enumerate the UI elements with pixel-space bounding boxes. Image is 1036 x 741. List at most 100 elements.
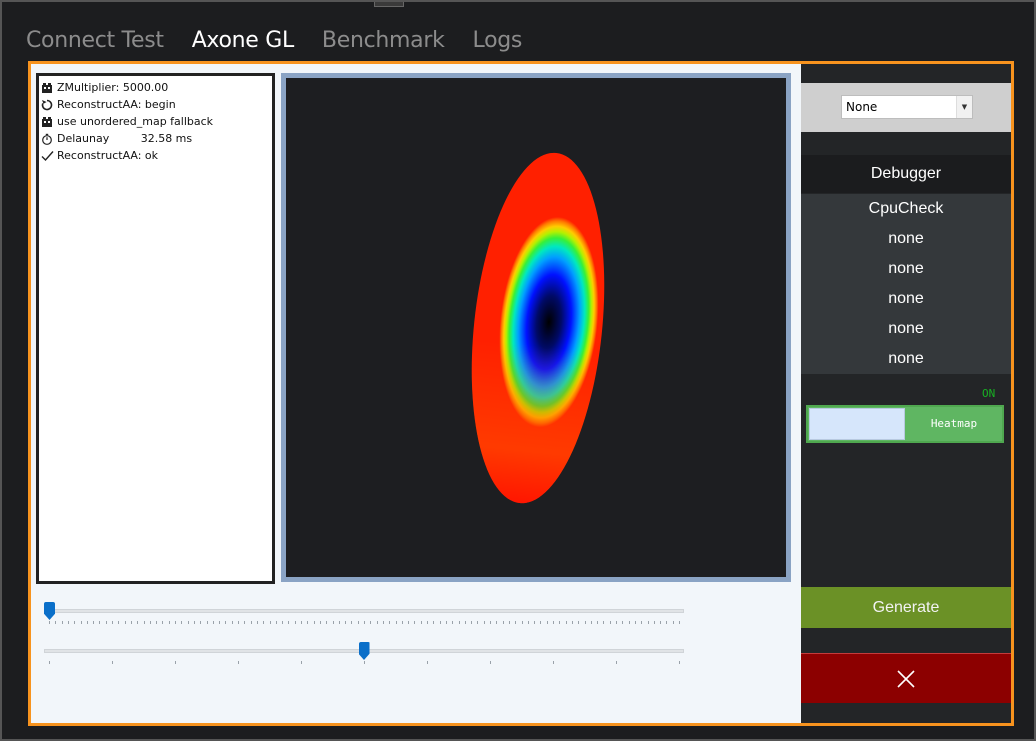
slider-tick xyxy=(508,621,510,624)
slider-tick xyxy=(679,621,680,624)
slider-tick xyxy=(86,621,88,624)
slider-tick xyxy=(156,621,158,624)
log-text: ReconstructAA: ok xyxy=(57,149,159,162)
slider-tick xyxy=(439,621,441,624)
stopwatch-icon xyxy=(40,132,54,146)
slider-tick xyxy=(193,621,195,624)
slider-tick xyxy=(370,621,372,624)
slider-tick xyxy=(263,621,265,624)
slider-tick xyxy=(332,621,334,624)
slider-thumb[interactable] xyxy=(358,642,370,660)
slider-tick xyxy=(578,621,580,624)
slider-ticks xyxy=(49,661,680,666)
slider-tick xyxy=(206,621,208,624)
debugger-list: CpuCheck none none none none none xyxy=(801,194,1011,374)
debugger-item[interactable]: none xyxy=(801,314,1011,344)
log-entry: ReconstructAA: ok xyxy=(40,147,271,164)
mode-select[interactable]: None ▼ xyxy=(841,95,973,119)
slider-tick xyxy=(93,621,95,624)
slider-tick xyxy=(660,621,662,624)
window-grip[interactable] xyxy=(374,2,404,7)
slider-track[interactable] xyxy=(44,609,684,613)
slider-tick xyxy=(351,621,353,624)
slider-tick xyxy=(357,621,359,624)
debugger-item[interactable]: none xyxy=(801,254,1011,284)
debugger-item[interactable]: none xyxy=(801,224,1011,254)
slider-tick xyxy=(364,621,365,624)
slider-tick xyxy=(376,621,378,624)
slider-tick xyxy=(313,621,315,624)
slider-tick xyxy=(414,621,416,624)
slider-tick xyxy=(149,621,151,624)
slider-tick xyxy=(382,621,384,624)
slider-tick xyxy=(244,621,246,624)
z-multiplier-slider[interactable] xyxy=(44,602,684,628)
slider-tick xyxy=(67,621,69,624)
secondary-slider[interactable] xyxy=(44,642,684,668)
slider-tick xyxy=(502,621,504,624)
slider-tick xyxy=(653,621,655,624)
slider-tick xyxy=(175,661,176,664)
tab-benchmark[interactable]: Benchmark xyxy=(320,26,447,62)
slider-tick xyxy=(647,621,649,624)
slider-tick xyxy=(238,661,239,664)
debugger-item[interactable]: none xyxy=(801,284,1011,314)
slider-tick xyxy=(603,621,605,624)
slider-tick xyxy=(483,621,485,624)
log-text: ReconstructAA: begin xyxy=(57,98,176,111)
tab-connect-test[interactable]: Connect Test xyxy=(24,26,166,62)
slider-tick xyxy=(99,621,101,624)
slider-tick xyxy=(515,621,517,624)
log-text: ZMultiplier: 5000.00 xyxy=(57,81,169,94)
slider-tick xyxy=(395,621,397,624)
slider-tick xyxy=(49,621,50,624)
slider-tick xyxy=(672,621,674,624)
slider-tick xyxy=(471,621,473,624)
slider-tick xyxy=(181,621,183,624)
render-canvas[interactable] xyxy=(286,78,786,577)
tab-logs[interactable]: Logs xyxy=(471,26,525,62)
slider-tick xyxy=(477,621,479,624)
slider-tick xyxy=(609,621,611,624)
slider-tick xyxy=(269,621,271,624)
slider-tick xyxy=(401,621,403,624)
checkmark-icon xyxy=(40,149,54,163)
slider-tick xyxy=(634,621,636,624)
slider-tick xyxy=(301,661,302,664)
slider-tick xyxy=(559,621,561,624)
slider-tick xyxy=(590,621,592,624)
slider-tick xyxy=(238,621,239,624)
slider-tick xyxy=(301,621,302,624)
tab-axone-gl[interactable]: Axone GL xyxy=(189,26,297,66)
slider-tick xyxy=(628,621,630,624)
slider-tick xyxy=(118,621,120,624)
slider-tick xyxy=(641,621,643,624)
slider-tick xyxy=(490,661,491,664)
debugger-item[interactable]: CpuCheck xyxy=(801,194,1011,224)
debugger-item[interactable]: none xyxy=(801,344,1011,374)
slider-tick xyxy=(553,621,554,624)
slider-tick xyxy=(137,621,139,624)
log-panel: ZMultiplier: 5000.00 ReconstructAA: begi… xyxy=(36,73,275,584)
heatmap-surface-shading xyxy=(455,146,621,510)
log-text: Delaunay 32.58 ms xyxy=(57,132,193,145)
slider-tick xyxy=(225,621,227,624)
generate-button[interactable]: Generate xyxy=(801,587,1011,628)
chevron-down-icon[interactable]: ▼ xyxy=(956,96,972,118)
slider-tick xyxy=(527,621,529,624)
slider-tick xyxy=(187,621,189,624)
slider-tick xyxy=(616,661,617,664)
close-button[interactable] xyxy=(801,653,1011,703)
slider-tick xyxy=(553,661,554,664)
slider-tick xyxy=(597,621,599,624)
toggle-state-label: ON xyxy=(982,387,996,400)
slider-thumb[interactable] xyxy=(44,602,55,620)
toggle-knob[interactable] xyxy=(809,408,905,440)
gl-viewport[interactable] xyxy=(281,73,791,582)
slider-tick xyxy=(521,621,523,624)
slider-tick xyxy=(389,621,391,624)
slider-tick xyxy=(622,621,624,624)
slider-tick xyxy=(534,621,536,624)
slider-tick xyxy=(364,661,365,664)
heatmap-toggle[interactable]: Heatmap xyxy=(806,405,1004,443)
